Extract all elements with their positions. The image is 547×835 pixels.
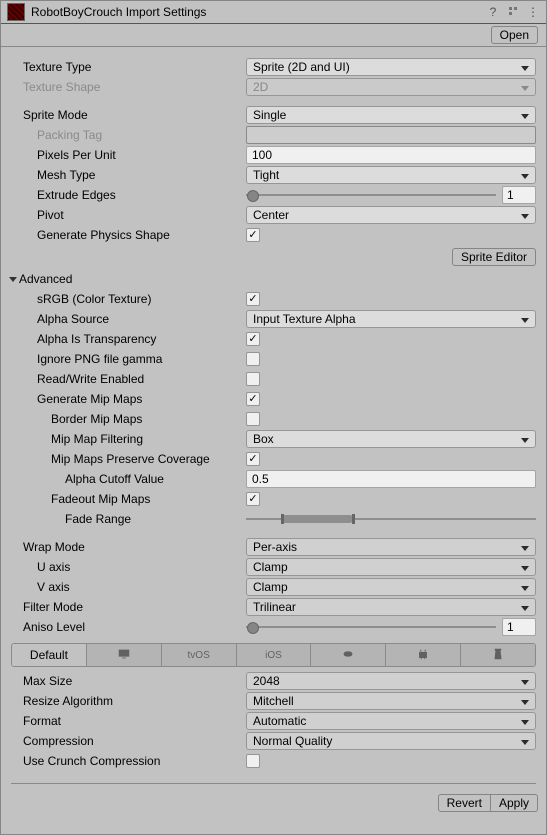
label-border-mip: Border Mip Maps xyxy=(1,409,246,429)
dropdown-texture-shape: 2D xyxy=(246,78,536,96)
label-sprite-mode: Sprite Mode xyxy=(1,105,246,125)
checkbox-border-mip[interactable] xyxy=(246,412,260,426)
label-pivot: Pivot xyxy=(1,205,246,225)
slider-aniso[interactable] xyxy=(246,620,496,634)
dropdown-compression[interactable]: Normal Quality xyxy=(246,732,536,750)
label-phys-shape: Generate Physics Shape xyxy=(1,225,246,245)
input-packing-tag xyxy=(246,126,536,144)
label-v-axis: V axis xyxy=(1,577,246,597)
label-fade-range: Fade Range xyxy=(1,509,246,529)
label-compression: Compression xyxy=(1,731,246,751)
dropdown-texture-type[interactable]: Sprite (2D and UI) xyxy=(246,58,536,76)
label-texture-shape: Texture Shape xyxy=(1,77,246,97)
checkbox-mip[interactable] xyxy=(246,392,260,406)
label-mip: Generate Mip Maps xyxy=(1,389,246,409)
label-extrude: Extrude Edges xyxy=(1,185,246,205)
tab-android[interactable] xyxy=(386,644,461,666)
dropdown-wrap-mode[interactable]: Per-axis xyxy=(246,538,536,556)
menu-icon[interactable]: ⋮ xyxy=(526,5,540,19)
input-ppu[interactable] xyxy=(246,146,536,164)
monitor-icon xyxy=(117,647,131,664)
dropdown-max-size[interactable]: 2048 xyxy=(246,672,536,690)
checkbox-mip-cov[interactable] xyxy=(246,452,260,466)
input-alpha-cut[interactable] xyxy=(246,470,536,488)
tab-standalone[interactable] xyxy=(87,644,162,666)
foldout-advanced[interactable]: Advanced xyxy=(1,269,546,289)
asset-thumbnail xyxy=(7,3,25,21)
lumin-icon xyxy=(341,647,355,664)
dropdown-resize[interactable]: Mitchell xyxy=(246,692,536,710)
webgl-icon xyxy=(491,647,505,664)
label-texture-type: Texture Type xyxy=(1,57,246,77)
label-wrap-mode: Wrap Mode xyxy=(1,537,246,557)
label-rw: Read/Write Enabled xyxy=(1,369,246,389)
label-alpha-cut: Alpha Cutoff Value xyxy=(1,469,246,489)
label-srgb: sRGB (Color Texture) xyxy=(1,289,246,309)
label-alpha-trans: Alpha Is Transparency xyxy=(1,329,246,349)
asset-title: RobotBoyCrouch Import Settings xyxy=(31,5,480,19)
revert-button[interactable]: Revert xyxy=(438,794,491,812)
checkbox-rw[interactable] xyxy=(246,372,260,386)
label-resize: Resize Algorithm xyxy=(1,691,246,711)
tab-default[interactable]: Default xyxy=(12,644,87,666)
dropdown-mesh-type[interactable]: Tight xyxy=(246,166,536,184)
platform-tabs: Default tvOS iOS xyxy=(11,643,536,667)
dropdown-pivot[interactable]: Center xyxy=(246,206,536,224)
slider-extrude[interactable] xyxy=(246,188,496,202)
checkbox-alpha-trans[interactable] xyxy=(246,332,260,346)
slider-fade-range[interactable] xyxy=(246,512,536,526)
chevron-down-icon xyxy=(9,275,19,283)
label-mesh-type: Mesh Type xyxy=(1,165,246,185)
help-icon[interactable]: ? xyxy=(486,5,500,19)
dropdown-sprite-mode[interactable]: Single xyxy=(246,106,536,124)
dropdown-mip-filter[interactable]: Box xyxy=(246,430,536,448)
checkbox-fade-mip[interactable] xyxy=(246,492,260,506)
label-u-axis: U axis xyxy=(1,557,246,577)
label-mip-filter: Mip Map Filtering xyxy=(1,429,246,449)
value-extrude[interactable]: 1 xyxy=(502,186,536,204)
open-bar: Open xyxy=(1,24,546,47)
value-aniso[interactable]: 1 xyxy=(502,618,536,636)
ios-icon: iOS xyxy=(265,650,282,661)
tab-webgl[interactable] xyxy=(461,644,535,666)
dropdown-v-axis[interactable]: Clamp xyxy=(246,578,536,596)
label-max-size: Max Size xyxy=(1,671,246,691)
checkbox-crunch[interactable] xyxy=(246,754,260,768)
label-advanced: Advanced xyxy=(19,272,72,286)
tab-ios[interactable]: iOS xyxy=(237,644,312,666)
footer: Revert Apply xyxy=(1,788,546,818)
label-aniso: Aniso Level xyxy=(1,617,246,637)
label-packing-tag: Packing Tag xyxy=(1,125,246,145)
header: RobotBoyCrouch Import Settings ? ⋮ xyxy=(1,1,546,24)
label-crunch: Use Crunch Compression xyxy=(1,751,246,771)
label-alpha-source: Alpha Source xyxy=(1,309,246,329)
sprite-editor-button[interactable]: Sprite Editor xyxy=(452,248,536,266)
preset-icon[interactable] xyxy=(506,5,520,20)
dropdown-alpha-source[interactable]: Input Texture Alpha xyxy=(246,310,536,328)
inspector-panel: RobotBoyCrouch Import Settings ? ⋮ Open … xyxy=(0,0,547,835)
label-ppu: Pixels Per Unit xyxy=(1,145,246,165)
label-format: Format xyxy=(1,711,246,731)
dropdown-u-axis[interactable]: Clamp xyxy=(246,558,536,576)
open-button[interactable]: Open xyxy=(491,26,538,44)
label-filter-mode: Filter Mode xyxy=(1,597,246,617)
tvos-icon: tvOS xyxy=(188,650,210,661)
tab-lumin[interactable] xyxy=(311,644,386,666)
dropdown-filter-mode[interactable]: Trilinear xyxy=(246,598,536,616)
dropdown-format[interactable]: Automatic xyxy=(246,712,536,730)
android-icon xyxy=(416,647,430,664)
checkbox-srgb[interactable] xyxy=(246,292,260,306)
checkbox-ignore-gamma[interactable] xyxy=(246,352,260,366)
label-mip-cov: Mip Maps Preserve Coverage xyxy=(1,449,246,469)
apply-button[interactable]: Apply xyxy=(491,794,538,812)
divider xyxy=(11,783,536,784)
label-ignore-gamma: Ignore PNG file gamma xyxy=(1,349,246,369)
tab-tvos[interactable]: tvOS xyxy=(162,644,237,666)
checkbox-phys-shape[interactable] xyxy=(246,228,260,242)
label-fade-mip: Fadeout Mip Maps xyxy=(1,489,246,509)
